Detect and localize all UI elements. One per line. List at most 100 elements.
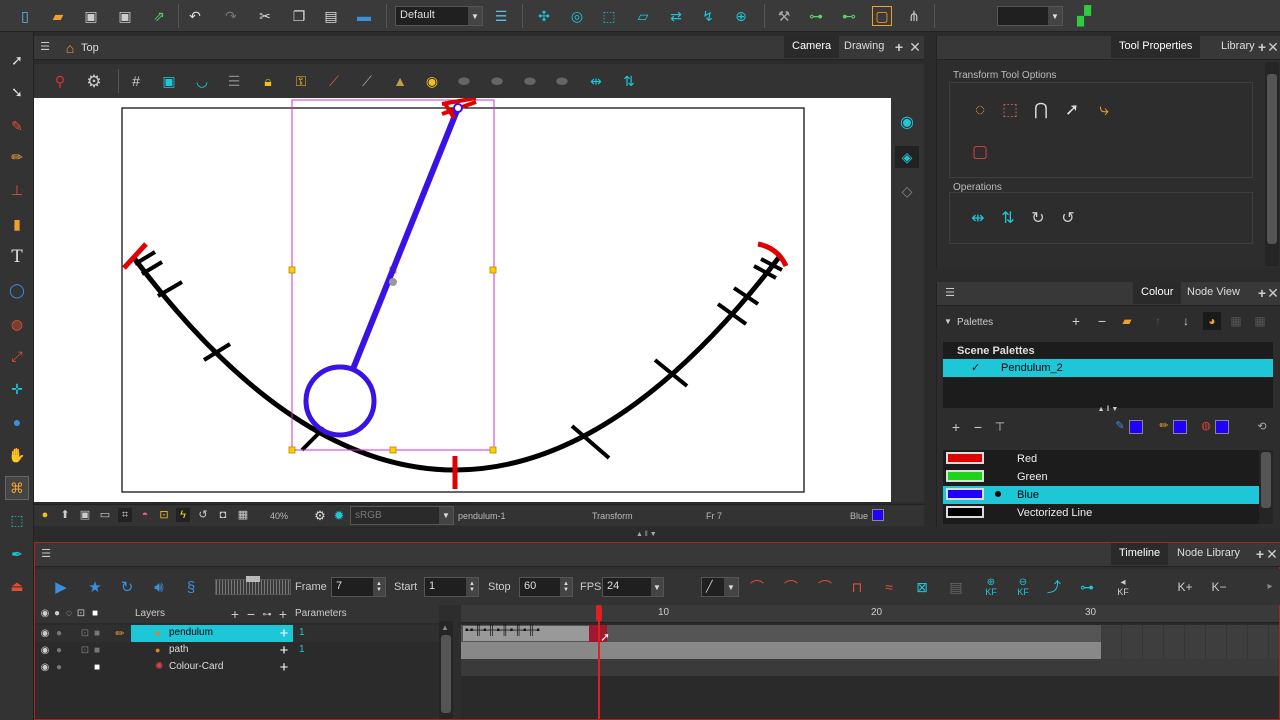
eye-icon[interactable]: ◉ <box>39 662 51 674</box>
motion-keyframe-icon[interactable]: ⌒ <box>747 577 767 597</box>
scrollbar-thumb[interactable] <box>1267 74 1277 244</box>
paste-icon[interactable]: ▤ <box>322 7 340 25</box>
start-field[interactable]: 1 ▲ ▼ <box>424 577 479 597</box>
eraser-tool-icon[interactable]: ▮ <box>7 214 27 234</box>
chevron-right-icon[interactable]: ▸ <box>1263 579 1277 595</box>
remove-keyframe-icon[interactable]: ⊖ KF <box>1011 575 1035 599</box>
add-panel-icon[interactable]: + <box>1255 547 1265 561</box>
add-peg-icon[interactable]: ⊶ <box>261 608 273 620</box>
ruler-icon[interactable]: ⟋ <box>324 71 344 91</box>
bounding-box-icon[interactable]: ▢ <box>872 6 892 26</box>
add-icon[interactable]: + <box>277 626 291 641</box>
bulb-icon[interactable]: ◉ <box>422 71 442 91</box>
snap-icon[interactable]: ⤷ <box>1092 97 1116 121</box>
gear-icon[interactable]: ⚙ <box>84 71 104 91</box>
move-down-icon[interactable]: ↓ <box>1179 314 1193 328</box>
new-scene-icon[interactable]: ▯ <box>16 7 34 25</box>
spinner[interactable]: ▲ ▼ <box>373 578 385 596</box>
tab-node-view[interactable]: Node View <box>1179 282 1248 304</box>
close-icon[interactable]: ✕ <box>908 40 922 54</box>
solo-icon[interactable]: ● <box>53 628 65 640</box>
frame-icon[interactable]: ▣ <box>78 508 92 522</box>
spinner[interactable]: ▲ ▼ <box>560 578 572 596</box>
tab-tool-properties[interactable]: Tool Properties <box>1111 36 1201 58</box>
solo-icon[interactable]: ● <box>53 662 65 674</box>
frame-row-pendulum[interactable]: ▪-▪-╫-▪-╫-▪-╫-▪-╫-▪-╫-▪ <box>461 625 1101 642</box>
ruler-alt-icon[interactable]: ⟋ <box>357 71 377 91</box>
scrollbar-thumb[interactable] <box>1261 452 1271 508</box>
fps-field[interactable]: 24 ▼ <box>602 577 664 597</box>
text-tool-icon[interactable]: T <box>7 247 27 267</box>
spinner[interactable]: ▲ ▼ <box>466 578 478 596</box>
close-icon[interactable]: ✕ <box>1267 40 1279 54</box>
menu-icon[interactable]: ☰ <box>38 40 52 54</box>
ease-select[interactable]: ╱ ▼ <box>701 577 739 597</box>
bounding-reset-icon[interactable]: ▢ <box>968 139 992 163</box>
frame-row-path[interactable] <box>461 642 1101 659</box>
export-icon[interactable]: ⇗ <box>150 7 168 25</box>
save-as-icon[interactable]: ▣ <box>116 7 134 25</box>
add-icon[interactable]: + <box>277 660 291 675</box>
brush-icon[interactable]: ✎ <box>1113 418 1127 434</box>
main-splitter[interactable]: ▲ ‖ ▼ <box>34 530 1280 542</box>
folder-icon[interactable]: ▰ <box>1120 314 1134 328</box>
frame-row-colour-card[interactable] <box>461 659 1279 676</box>
palette-grid-icon[interactable]: ▦ <box>1253 314 1267 328</box>
palette-icon[interactable]: ◕ <box>1203 312 1221 330</box>
bounding-select-icon[interactable]: ⬚ <box>7 510 27 530</box>
sound-icon[interactable]: 🔊︎ <box>149 577 169 597</box>
tab-timeline[interactable]: Timeline <box>1111 543 1169 565</box>
pencil-icon[interactable]: ✏ <box>1157 418 1171 434</box>
magnet-icon[interactable]: ⋂ <box>1029 97 1053 121</box>
color-swatch-icon[interactable]: ■ <box>89 608 101 620</box>
render-icon[interactable]: ▦ <box>236 508 250 522</box>
tab-node-library[interactable]: Node Library <box>1169 543 1248 565</box>
add-panel-icon[interactable]: + <box>1257 40 1267 54</box>
lock-icon[interactable]: ⊡ <box>79 645 91 657</box>
chevron-up-icon[interactable]: ▲ <box>441 623 449 632</box>
disc-icon[interactable]: ⬬ <box>520 71 540 91</box>
stamp-tool-icon[interactable]: ⊥ <box>7 180 27 200</box>
zoom-level[interactable]: 40% <box>270 511 288 521</box>
color-swatch-icon[interactable]: ■ <box>91 645 103 657</box>
tab-colour[interactable]: Colour <box>1133 282 1182 304</box>
pushpin-icon[interactable]: ⚲ <box>50 71 70 91</box>
add-keyframe-icon[interactable]: ⊕ KF <box>979 575 1003 599</box>
node-link-icon[interactable]: ⊶ <box>807 7 825 25</box>
add-layer-icon[interactable]: + <box>229 607 241 621</box>
pivot-icon[interactable]: ✣ <box>535 7 553 25</box>
flip-horizontal-icon[interactable]: ⇹ <box>966 207 990 231</box>
sun-icon[interactable]: ✹ <box>331 507 347 523</box>
camera-canvas[interactable] <box>34 98 924 502</box>
open-folder-icon[interactable]: ▰ <box>48 7 68 25</box>
brush-colour-swatch[interactable] <box>1129 420 1143 434</box>
tab-drawing[interactable]: Drawing <box>836 36 892 58</box>
remove-layer-icon[interactable]: − <box>245 607 257 621</box>
scale-icon[interactable]: ⬚ <box>600 7 618 25</box>
redo-icon[interactable]: ↷ <box>222 7 240 25</box>
onion-icon[interactable]: ◓ <box>138 508 152 522</box>
add-palette-icon[interactable]: + <box>1069 314 1083 328</box>
contour-editor-icon[interactable]: ➘ <box>7 82 27 102</box>
scrollbar[interactable] <box>1265 62 1279 266</box>
breadcrumb[interactable]: Top <box>81 42 99 54</box>
display-icon[interactable]: ▭ <box>98 508 112 522</box>
layer-name-cell[interactable]: ● pendulum <box>131 625 293 642</box>
select-tool-icon[interactable]: ➚ <box>7 50 27 70</box>
center-icon[interactable]: ⊕ <box>732 7 750 25</box>
layers-icon[interactable]: ◈ <box>895 146 919 168</box>
eye-icon[interactable]: ◉ <box>39 628 51 640</box>
next-keyframe-icon[interactable]: K+ <box>1175 577 1195 597</box>
deform-icon[interactable]: ⋔ <box>905 7 923 25</box>
pencil-colour-swatch[interactable] <box>1173 420 1187 434</box>
paint-bucket-icon[interactable]: ◍ <box>7 314 27 334</box>
safe-area-icon[interactable]: ▣ <box>159 71 179 91</box>
lock-icon[interactable]: ⊡ <box>157 508 171 522</box>
solo-icon[interactable]: ● <box>51 608 63 620</box>
tab-library[interactable]: Library <box>1213 36 1263 58</box>
chevron-down-icon[interactable]: ▼ <box>943 317 953 327</box>
link-icon[interactable]: ⟲ <box>1255 420 1269 434</box>
eye-icon[interactable]: ◉ <box>895 112 919 134</box>
tab-camera[interactable]: Camera <box>784 36 840 58</box>
swatch-green[interactable]: Green <box>943 468 1259 486</box>
